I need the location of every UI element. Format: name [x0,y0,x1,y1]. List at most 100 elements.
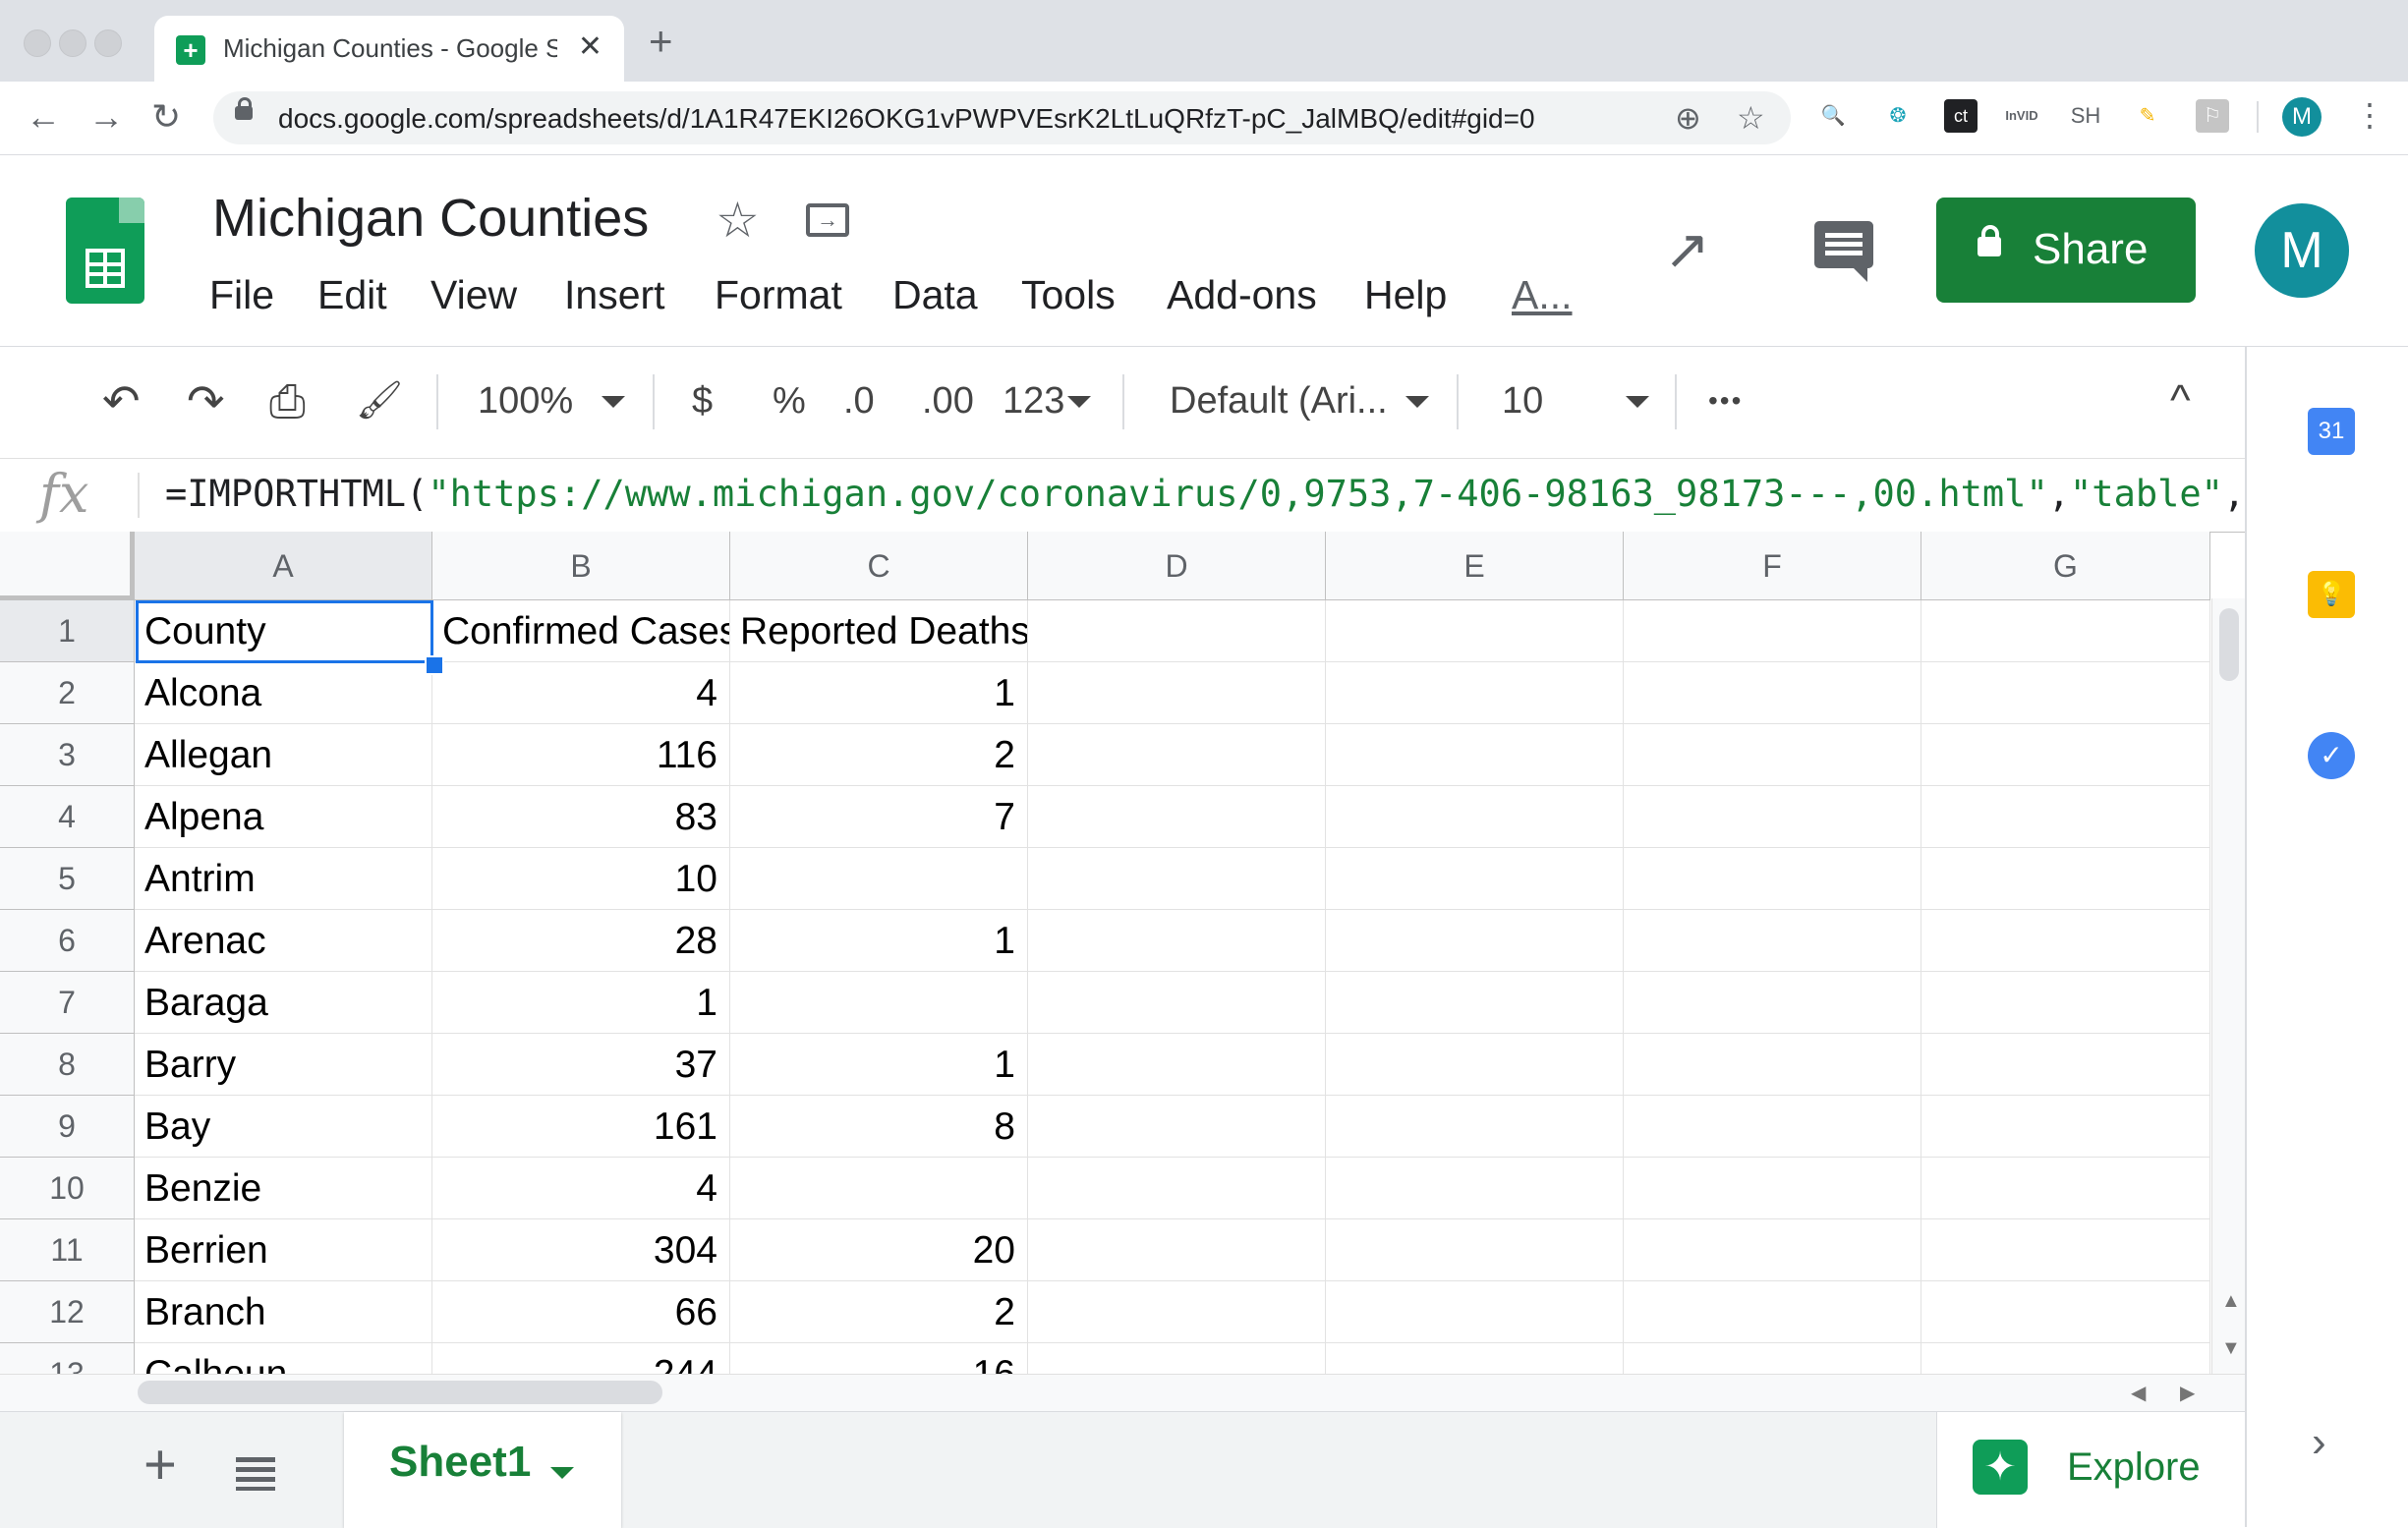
cell-b12[interactable]: 66 [432,1281,730,1343]
more-formats-dropdown-icon[interactable] [1067,396,1091,408]
explore-button[interactable]: ✦ Explore [1936,1412,2246,1528]
cell-a9[interactable]: Bay [135,1096,432,1158]
menu-file[interactable]: File [209,272,274,318]
lock-icon[interactable] [235,97,253,120]
cell-f6[interactable] [1624,910,1921,972]
cell-g12[interactable] [1921,1281,2210,1343]
zoom-dropdown-icon[interactable] [602,396,625,408]
cell-a13[interactable]: Calhoun [135,1343,432,1374]
cell-c10[interactable] [730,1158,1028,1219]
cell-f4[interactable] [1624,786,1921,848]
extension-sh-icon[interactable]: SH [2069,99,2102,133]
cell-f9[interactable] [1624,1096,1921,1158]
reload-icon[interactable]: ↻ [151,97,181,137]
cell-d13[interactable] [1028,1343,1326,1374]
zoom-select[interactable]: 100% [478,376,573,425]
more-formats-button[interactable]: 123 [1003,376,1064,425]
increase-decimal-button[interactable]: .00 [922,376,974,425]
extension-search-icon[interactable]: 🔍 [1816,99,1850,133]
extension-puzzle-icon[interactable]: ⚐ [2196,99,2229,133]
cell-b11[interactable]: 304 [432,1219,730,1281]
cell-b4[interactable]: 83 [432,786,730,848]
cell-g2[interactable] [1921,662,2210,724]
cell-a10[interactable]: Benzie [135,1158,432,1219]
scroll-left-icon[interactable]: ◀ [2131,1381,2146,1405]
font-family-dropdown-icon[interactable] [1405,396,1429,408]
chrome-profile-avatar[interactable]: M [2282,97,2322,137]
cell-f3[interactable] [1624,724,1921,786]
cell-e12[interactable] [1326,1281,1624,1343]
move-to-folder-icon[interactable]: → [806,203,849,237]
cell-a11[interactable]: Berrien [135,1219,432,1281]
fill-handle[interactable] [425,655,444,675]
menu-insert[interactable]: Insert [564,272,665,318]
cell-c2[interactable]: 1 [730,662,1028,724]
row-header[interactable]: 8 [0,1034,135,1096]
horizontal-scroll-thumb[interactable] [138,1381,662,1404]
cell-f12[interactable] [1624,1281,1921,1343]
cell-g5[interactable] [1921,848,2210,910]
cell-g7[interactable] [1921,972,2210,1034]
cell-a12[interactable]: Branch [135,1281,432,1343]
window-minimize-button[interactable] [59,29,86,57]
more-options-icon[interactable]: ••• [1708,376,1743,425]
browser-tab[interactable]: + Michigan Counties - Google Sh ✕ [154,16,624,82]
menu-add-ons[interactable]: Add-ons [1167,272,1317,318]
cell-c5[interactable] [730,848,1028,910]
cell-d1[interactable] [1028,600,1326,662]
scroll-right-icon[interactable]: ▶ [2180,1381,2195,1405]
cell-b9[interactable]: 161 [432,1096,730,1158]
add-sheet-button[interactable]: + [143,1432,177,1498]
row-header[interactable]: 2 [0,662,135,724]
font-size-select[interactable]: 10 [1502,376,1543,425]
menu-accessibility[interactable]: A... [1512,272,1573,318]
cell-e11[interactable] [1326,1219,1624,1281]
scroll-down-icon[interactable]: ▼ [2221,1337,2241,1360]
address-bar[interactable]: docs.google.com/spreadsheets/d/1A1R47EKI… [213,91,1791,144]
cell-f8[interactable] [1624,1034,1921,1096]
cell-e6[interactable] [1326,910,1624,972]
cell-g4[interactable] [1921,786,2210,848]
cell-d12[interactable] [1028,1281,1326,1343]
vertical-scrollbar[interactable]: ▲ ▼ [2211,598,2246,1374]
cell-c13[interactable]: 16 [730,1343,1028,1374]
collapse-toolbar-icon[interactable]: ^ [2170,376,2191,425]
document-title[interactable]: Michigan Counties [212,188,649,249]
row-header[interactable]: 4 [0,786,135,848]
horizontal-scrollbar[interactable]: ◀ ▶ [0,1374,2245,1412]
cell-f13[interactable] [1624,1343,1921,1374]
cell-f5[interactable] [1624,848,1921,910]
row-header[interactable]: 5 [0,848,135,910]
cell-e4[interactable] [1326,786,1624,848]
decrease-decimal-button[interactable]: .0 [843,376,875,425]
cell-d9[interactable] [1028,1096,1326,1158]
cell-c1[interactable]: Reported Deaths [730,600,1028,662]
url-text[interactable]: docs.google.com/spreadsheets/d/1A1R47EKI… [278,103,1535,135]
row-header[interactable]: 6 [0,910,135,972]
cell-d10[interactable] [1028,1158,1326,1219]
cell-a2[interactable]: Alcona [135,662,432,724]
star-icon[interactable]: ☆ [716,192,760,249]
cell-b3[interactable]: 116 [432,724,730,786]
cell-f11[interactable] [1624,1219,1921,1281]
column-header-d[interactable]: D [1028,532,1326,600]
forward-icon[interactable]: → [88,97,124,137]
extension-hex-icon[interactable]: ❂ [1881,99,1915,133]
cell-g1[interactable] [1921,600,2210,662]
cell-d5[interactable] [1028,848,1326,910]
cell-d8[interactable] [1028,1034,1326,1096]
row-header[interactable]: 13 [0,1343,135,1374]
font-size-dropdown-icon[interactable] [1626,396,1649,408]
menu-edit[interactable]: Edit [317,272,387,318]
cell-d6[interactable] [1028,910,1326,972]
scroll-up-icon[interactable]: ▲ [2221,1290,2241,1313]
row-header[interactable]: 3 [0,724,135,786]
account-avatar[interactable]: M [2255,203,2349,298]
window-close-button[interactable] [24,29,51,57]
row-header[interactable]: 7 [0,972,135,1034]
calendar-icon[interactable]: 31 [2308,408,2355,455]
formula-input[interactable]: =IMPORTHTML("https://www.michigan.gov/co… [165,473,2289,515]
all-sheets-list-icon[interactable] [236,1457,275,1491]
cell-e2[interactable] [1326,662,1624,724]
cell-b6[interactable]: 28 [432,910,730,972]
